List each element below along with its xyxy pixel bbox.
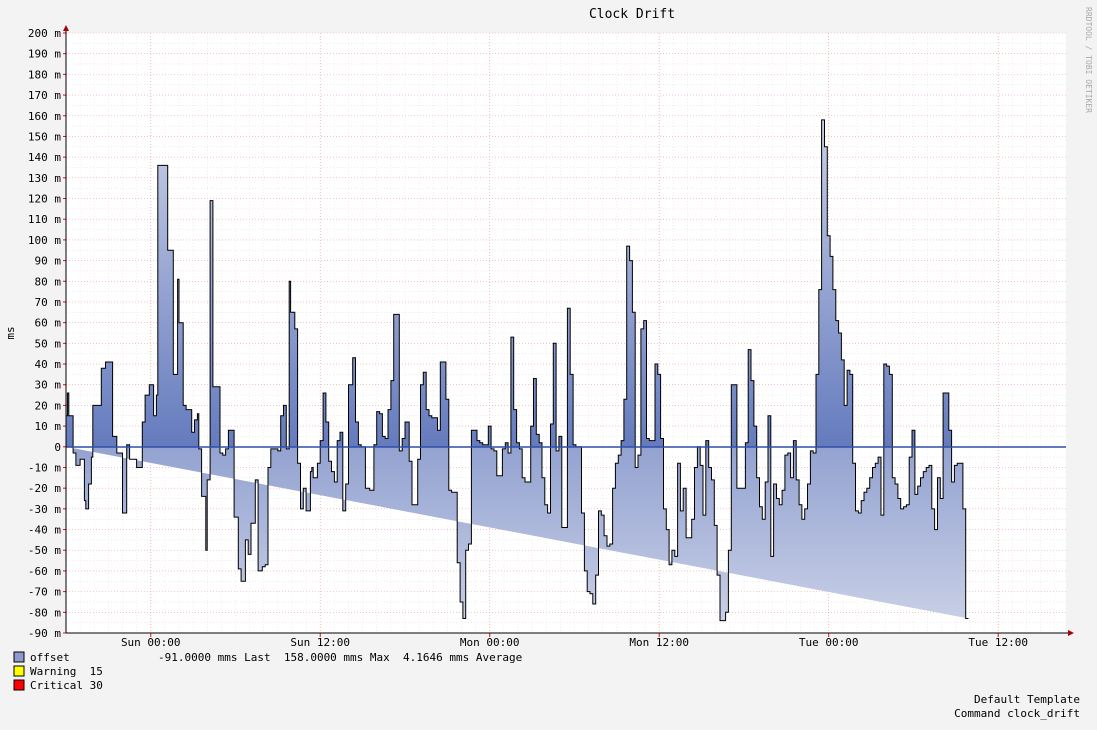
footer-template: Default Template xyxy=(974,693,1080,706)
y-tick-label: 200 m xyxy=(28,27,61,40)
y-axis-arrow xyxy=(63,25,69,31)
y-tick-label: 70 m xyxy=(35,296,62,309)
x-tick-label: Mon 00:00 xyxy=(460,636,520,649)
x-axis-arrow xyxy=(1068,630,1074,636)
y-tick-label: 160 m xyxy=(28,110,61,123)
y-tick-label: 180 m xyxy=(28,68,61,81)
y-tick-label: 100 m xyxy=(28,234,61,247)
y-tick-label: 10 m xyxy=(35,420,62,433)
y-tick-label: 20 m xyxy=(35,399,62,412)
y-tick-label: -40 m xyxy=(28,524,61,537)
y-tick-label: 40 m xyxy=(35,358,62,371)
legend-stats-offset: -91.0000 mms Last 158.0000 mms Max 4.164… xyxy=(158,651,522,664)
legend: offset -91.0000 mms Last 158.0000 mms Ma… xyxy=(13,651,522,692)
x-tick-label: Sun 12:00 xyxy=(290,636,350,649)
footer-command: Command clock_drift xyxy=(954,707,1080,720)
x-tick-label: Sun 00:00 xyxy=(121,636,181,649)
y-tick-label: 0 xyxy=(54,441,61,454)
y-tick-label: 130 m xyxy=(28,172,61,185)
clock-drift-chart: Clock Drift ms RRDTOOL / TOBI OETIKER 20… xyxy=(4,7,1093,720)
legend-swatch-critical xyxy=(13,679,25,691)
legend-swatch-offset xyxy=(13,651,25,663)
legend-label-critical: Critical 30 xyxy=(30,679,103,692)
y-tick-labels: 200 m 190 m 180 m 170 m 160 m 150 m 140 m 130 m… xyxy=(28,27,66,640)
y-tick-label: 170 m xyxy=(28,89,61,102)
y-tick-label: 190 m xyxy=(28,48,61,61)
legend-swatch-warning xyxy=(13,665,25,677)
y-tick-label: -70 m xyxy=(28,586,61,599)
y-tick-label: -50 m xyxy=(28,544,61,557)
y-tick-label: 140 m xyxy=(28,151,61,164)
y-tick-label: -60 m xyxy=(28,565,61,578)
y-tick-label: 110 m xyxy=(28,213,61,226)
y-tick-label: 120 m xyxy=(28,193,61,206)
y-tick-label: -30 m xyxy=(28,503,61,516)
chart-window: Clock Drift ms RRDTOOL / TOBI OETIKER 20… xyxy=(0,0,1097,730)
x-tick-labels: Sun 00:00 Sun 12:00 Mon 00:00 Mon 12:00 Tue … xyxy=(121,633,1028,649)
y-tick-label: 80 m xyxy=(35,275,62,288)
y-tick-label: -80 m xyxy=(28,606,61,619)
legend-label-warning: Warning 15 xyxy=(30,665,103,678)
y-axis-label: ms xyxy=(4,326,17,339)
y-tick-label: 150 m xyxy=(28,130,61,143)
y-tick-label: 60 m xyxy=(35,317,62,330)
y-tick-label: -10 m xyxy=(28,461,61,474)
watermark: RRDTOOL / TOBI OETIKER xyxy=(1084,7,1093,113)
y-tick-label: 90 m xyxy=(35,255,62,268)
x-tick-label: Tue 12:00 xyxy=(968,636,1028,649)
x-tick-label: Mon 12:00 xyxy=(629,636,689,649)
chart-title: Clock Drift xyxy=(589,7,675,22)
y-tick-label: 30 m xyxy=(35,379,62,392)
y-tick-label: -90 m xyxy=(28,627,61,640)
y-tick-label: 50 m xyxy=(35,337,62,350)
x-tick-label: Tue 00:00 xyxy=(799,636,859,649)
y-tick-label: -20 m xyxy=(28,482,61,495)
legend-label-offset: offset xyxy=(30,651,70,664)
